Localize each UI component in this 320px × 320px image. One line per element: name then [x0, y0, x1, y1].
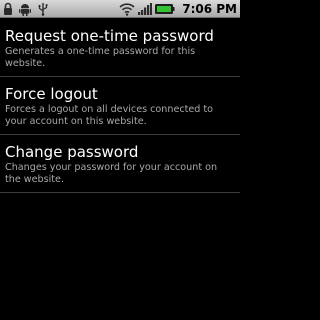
android-icon	[19, 4, 31, 16]
lock-icon	[4, 2, 12, 15]
request-otp-item[interactable]: Request one-time password Generates a on…	[0, 19, 240, 77]
phone-screen: 7:06 PM Request one-time password Genera…	[0, 0, 240, 320]
item-summary: Generates a one-time password for this w…	[5, 46, 196, 69]
signal-icon	[138, 3, 153, 15]
status-bar: 7:06 PM	[0, 0, 240, 18]
settings-list: Request one-time password Generates a on…	[0, 19, 240, 193]
item-summary: Forces a logout on all devices connected…	[5, 104, 214, 127]
item-title: Force logout	[5, 85, 98, 103]
change-password-item[interactable]: Change password Changes your password fo…	[0, 135, 240, 193]
battery-icon	[155, 4, 175, 14]
item-title: Request one-time password	[5, 27, 214, 45]
wifi-icon	[119, 3, 135, 16]
force-logout-item[interactable]: Force logout Forces a logout on all devi…	[0, 77, 240, 135]
item-title: Change password	[5, 143, 139, 161]
notification-icons	[3, 1, 49, 17]
status-clock: 7:06 PM	[182, 2, 237, 16]
usb-icon	[38, 3, 48, 16]
item-summary: Changes your password for your account o…	[5, 162, 218, 185]
system-icons: 7:06 PM	[119, 1, 237, 17]
